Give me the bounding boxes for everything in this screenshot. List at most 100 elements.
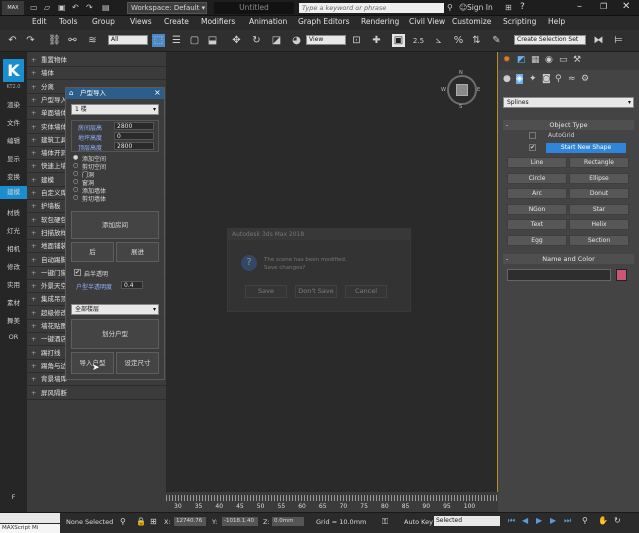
- menu-graph-editors[interactable]: Graph Editors: [298, 17, 350, 26]
- menu-rendering[interactable]: Rendering: [361, 17, 399, 26]
- undo-icon[interactable]: ↶: [72, 3, 79, 12]
- select-manipulate-icon[interactable]: ✚: [370, 34, 383, 47]
- redo-icon[interactable]: ↷: [86, 3, 93, 12]
- tree-item[interactable]: + 屏风隔断: [27, 387, 166, 400]
- helpers-icon[interactable]: ⚲: [555, 74, 562, 84]
- expand-icon[interactable]: +: [31, 81, 36, 93]
- edit-named-selection-icon[interactable]: ✎: [490, 34, 503, 47]
- percent-snap-icon[interactable]: %: [452, 34, 465, 47]
- goto-start-icon[interactable]: ⏮: [508, 516, 515, 526]
- name-color-rollout-header[interactable]: - Name and Color: [503, 254, 634, 264]
- select-by-name-icon[interactable]: ☰: [170, 34, 183, 47]
- z-coord-input[interactable]: 0.0mm: [272, 517, 304, 526]
- menu-group[interactable]: Group: [92, 17, 115, 26]
- maxscript-listener[interactable]: MAXScript Mi: [0, 524, 60, 533]
- goto-end-icon[interactable]: ⏭: [564, 516, 571, 526]
- strip-item-edit[interactable]: 编辑: [0, 135, 27, 145]
- radio-door[interactable]: ○ 门洞: [73, 170, 157, 179]
- radio-window[interactable]: ○ 窗洞: [73, 178, 157, 187]
- restore-icon[interactable]: ❐: [600, 2, 607, 11]
- scale-icon[interactable]: ◪: [270, 34, 283, 47]
- menu-customize[interactable]: Customize: [452, 17, 491, 26]
- search-input[interactable]: Type a keyword or phrase: [299, 3, 444, 13]
- expand-icon[interactable]: +: [31, 174, 36, 186]
- expand-icon[interactable]: +: [31, 360, 36, 372]
- radio-cut-space[interactable]: ○ 剪切空间: [73, 162, 157, 171]
- new-icon[interactable]: ▭: [30, 3, 38, 12]
- isolate-icon[interactable]: ⚲: [120, 517, 126, 526]
- expand-icon[interactable]: +: [31, 227, 36, 239]
- project-icon[interactable]: ▤: [102, 3, 110, 12]
- top-height-input[interactable]: 2800: [114, 142, 154, 150]
- shape-button-rectangle[interactable]: Rectangle: [569, 157, 629, 168]
- menu-views[interactable]: Views: [130, 17, 152, 26]
- spacewarps-icon[interactable]: ≈: [568, 74, 576, 84]
- absolute-mode-icon[interactable]: ⊞: [150, 517, 157, 526]
- shape-button-section[interactable]: Section: [569, 234, 629, 246]
- strip-item-utility[interactable]: 实用: [0, 279, 27, 289]
- tree-item[interactable]: + 重置物体: [27, 54, 166, 67]
- y-coord-input[interactable]: -1018.1.40: [222, 517, 258, 526]
- shape-button-egg[interactable]: Egg: [507, 234, 567, 246]
- menu-create[interactable]: Create: [164, 17, 189, 26]
- expand-icon[interactable]: +: [31, 307, 36, 319]
- select-object-icon[interactable]: ⬚: [152, 34, 165, 47]
- expand-icon[interactable]: +: [31, 200, 36, 212]
- expand-icon[interactable]: +: [31, 134, 36, 146]
- strip-item-render[interactable]: 渲染: [0, 99, 27, 109]
- divide-floorplan-button[interactable]: 划分户型: [71, 319, 159, 349]
- menu-tools[interactable]: Tools: [59, 17, 77, 26]
- shape-button-circle[interactable]: Circle: [507, 172, 567, 184]
- strip-item-display[interactable]: 显示: [0, 153, 27, 163]
- display-tab-icon[interactable]: ▭: [559, 55, 568, 65]
- expand-icon[interactable]: +: [31, 320, 36, 332]
- room-height-input[interactable]: 2800: [114, 122, 154, 130]
- start-new-shape-checkbox[interactable]: ✔: [529, 144, 536, 151]
- pan-icon[interactable]: ✋: [598, 516, 608, 525]
- expand-icon[interactable]: +: [31, 333, 36, 345]
- shape-button-helix[interactable]: Helix: [569, 219, 629, 230]
- strip-item-modify[interactable]: 修改: [0, 261, 27, 271]
- expand-icon[interactable]: +: [31, 280, 36, 292]
- strip-item-camera[interactable]: 相机: [0, 243, 27, 253]
- expand-icon[interactable]: +: [31, 94, 36, 106]
- snaps-toggle-icon[interactable]: 2.5: [412, 34, 425, 47]
- floor-height-input[interactable]: 0: [114, 132, 154, 140]
- reference-coordinate-dropdown[interactable]: View: [306, 35, 346, 45]
- expand-icon[interactable]: +: [31, 107, 36, 119]
- floor-select[interactable]: 1 楼 ▾: [71, 104, 159, 115]
- mirror-icon[interactable]: ⧓: [592, 34, 605, 47]
- expand-icon[interactable]: +: [31, 147, 36, 159]
- menu-scripting[interactable]: Scripting: [503, 17, 536, 26]
- move-icon[interactable]: ✥: [230, 34, 243, 47]
- cancel-button[interactable]: Cancel: [345, 285, 387, 298]
- lock-icon[interactable]: 🔒: [136, 517, 146, 526]
- geometry-icon[interactable]: ●: [503, 74, 511, 84]
- strip-item-transform[interactable]: 变换: [0, 171, 27, 181]
- save-button[interactable]: Save: [245, 285, 287, 298]
- workspace-dropdown[interactable]: Workspace: Default ▾: [127, 2, 207, 14]
- rotate-icon[interactable]: ↻: [250, 34, 263, 47]
- search-icon[interactable]: ⚲: [447, 3, 453, 12]
- selection-filter-dropdown[interactable]: All: [108, 35, 148, 45]
- expand-icon[interactable]: +: [31, 267, 36, 279]
- shape-button-donut[interactable]: Donut: [569, 188, 629, 199]
- previous-frame-icon[interactable]: ◀: [522, 516, 528, 525]
- expand-icon[interactable]: +: [31, 254, 36, 266]
- strip-item-light[interactable]: 灯光: [0, 225, 27, 235]
- shape-button-arc[interactable]: Arc: [507, 188, 567, 199]
- shape-button-line[interactable]: Line: [507, 157, 567, 168]
- radio-add-wall[interactable]: ○ 添加墙体: [73, 186, 157, 195]
- lights-icon[interactable]: ✦: [529, 74, 537, 84]
- redo-icon[interactable]: ↷: [24, 34, 37, 47]
- menu-civil-view[interactable]: Civil View: [409, 17, 445, 26]
- region-select-icon[interactable]: ▢: [188, 34, 201, 47]
- strip-item-material[interactable]: 材质: [0, 207, 27, 217]
- advance-button[interactable]: 展进: [116, 242, 159, 262]
- hierarchy-tab-icon[interactable]: ▦: [531, 55, 540, 65]
- shapes-icon[interactable]: ◈: [516, 74, 523, 84]
- cameras-icon[interactable]: ◙: [542, 74, 551, 84]
- add-room-button[interactable]: 添加房间: [71, 211, 159, 239]
- save-icon[interactable]: ▣: [58, 3, 66, 12]
- expand-icon[interactable]: +: [31, 160, 36, 172]
